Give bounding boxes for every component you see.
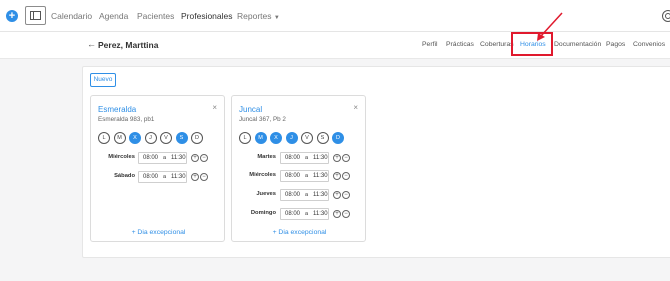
add-exceptional-day-link[interactable]: + Dia excepcional (232, 229, 367, 236)
remove-slot-icon[interactable]: − (342, 191, 350, 199)
time-to: 11:30 (171, 174, 186, 180)
time-slot: Sábado 08:00 a 11:30 + − (91, 171, 226, 183)
location-card-esmeralda: Esmeralda Esmeralda 983, pb1 × L M X J V… (90, 95, 225, 242)
day-toggle-j[interactable]: J (144, 132, 157, 144)
time-from: 08:00 (285, 211, 301, 217)
add-exceptional-day-link[interactable]: + Dia excepcional (91, 229, 226, 236)
time-to: 11:30 (313, 173, 328, 179)
tab-practicas[interactable]: Prácticas (446, 41, 474, 48)
nav-item-reportes[interactable]: Reportes ▼ (237, 11, 280, 21)
time-slot: Martes 08:00 a 11:30 + − (232, 152, 367, 164)
day-toggle-j[interactable]: J (285, 132, 298, 144)
time-separator: a (305, 192, 309, 198)
remove-slot-icon[interactable]: − (342, 172, 350, 180)
user-settings-icon[interactable] (662, 10, 670, 22)
slot-day-label: Sábado (114, 173, 135, 179)
location-title[interactable]: Juncal (239, 105, 262, 114)
day-toggle-m[interactable]: M (254, 132, 267, 144)
time-range-input[interactable]: 08:00 a 11:30 (280, 189, 329, 201)
close-icon[interactable]: × (353, 103, 358, 112)
time-from: 08:00 (143, 174, 159, 180)
day-toggle-s[interactable]: S (316, 132, 329, 144)
time-range-input[interactable]: 08:00 a 11:30 (280, 152, 329, 164)
time-slot: Domingo 08:00 a 11:30 + − (232, 208, 367, 220)
slot-day-label: Jueves (256, 191, 276, 197)
location-card-juncal: Juncal Juncal 367, Pb 2 × L M X J V S D … (231, 95, 366, 242)
location-address: Juncal 367, Pb 2 (239, 116, 286, 123)
time-to: 11:30 (313, 192, 328, 198)
slot-day-label: Miércoles (108, 154, 135, 160)
day-toggle-s[interactable]: S (175, 132, 188, 144)
weekday-selector: L M X J V S D (98, 132, 203, 145)
add-slot-icon[interactable]: + (333, 172, 341, 180)
close-icon[interactable]: × (212, 103, 217, 112)
time-separator: a (305, 173, 309, 179)
tab-convenios[interactable]: Convenios (633, 41, 665, 48)
time-separator: a (305, 155, 309, 161)
time-range-input[interactable]: 08:00 a 11:30 (280, 208, 329, 220)
add-slot-icon[interactable]: + (191, 173, 199, 181)
slot-day-label: Domingo (250, 210, 276, 216)
time-range-input[interactable]: 08:00 a 11:30 (280, 170, 329, 182)
time-slot: Miércoles 08:00 a 11:30 + − (232, 170, 367, 182)
tab-documentacion[interactable]: Documentación (554, 41, 601, 48)
back-arrow-icon[interactable]: ← (87, 39, 96, 49)
add-slot-icon[interactable]: + (191, 154, 199, 162)
time-to: 11:30 (313, 211, 328, 217)
top-navigation: + Calendario Agenda Pacientes Profesiona… (0, 0, 670, 32)
time-from: 08:00 (285, 192, 301, 198)
time-slot: Jueves 08:00 a 11:30 + − (232, 189, 367, 201)
add-icon[interactable]: + (6, 10, 18, 22)
annotation-highlight-box (511, 32, 553, 56)
weekday-selector: L M X J V S D (239, 132, 344, 145)
remove-slot-icon[interactable]: − (200, 173, 208, 181)
patient-name: Perez, Marttina (98, 40, 159, 50)
add-slot-icon[interactable]: + (333, 154, 341, 162)
add-slot-icon[interactable]: + (333, 191, 341, 199)
remove-slot-icon[interactable]: − (342, 210, 350, 218)
time-from: 08:00 (285, 155, 301, 161)
sidebar-toggle-button[interactable] (25, 6, 46, 25)
time-slot: Miércoles 08:00 a 11:30 + − (91, 152, 226, 164)
day-toggle-v[interactable]: V (160, 132, 172, 144)
time-range-input[interactable]: 08:00 a 11:30 (138, 171, 187, 183)
day-toggle-l[interactable]: L (239, 132, 251, 144)
tab-perfil[interactable]: Perfil (422, 41, 438, 48)
day-toggle-x[interactable]: X (270, 132, 282, 144)
nav-item-reportes-label: Reportes (237, 11, 272, 21)
nav-item-profesionales[interactable]: Profesionales (181, 11, 233, 21)
time-from: 08:00 (143, 155, 159, 161)
day-toggle-l[interactable]: L (98, 132, 110, 144)
time-separator: a (163, 174, 167, 180)
nav-item-calendario[interactable]: Calendario (51, 11, 92, 21)
location-address: Esmeralda 983, pb1 (98, 116, 155, 123)
time-separator: a (163, 155, 167, 161)
time-to: 11:30 (313, 155, 328, 161)
tab-coberturas[interactable]: Coberturas (480, 41, 514, 48)
patient-header: ← Perez, Marttina Perfil Prácticas Cober… (0, 32, 670, 59)
slot-day-label: Miércoles (249, 172, 276, 178)
day-toggle-v[interactable]: V (301, 132, 313, 144)
tab-pagos[interactable]: Pagos (606, 41, 625, 48)
location-title[interactable]: Esmeralda (98, 105, 136, 114)
new-schedule-button[interactable]: Nuevo (90, 73, 116, 87)
time-from: 08:00 (285, 173, 301, 179)
slot-day-label: Martes (257, 154, 276, 160)
day-toggle-x[interactable]: X (129, 132, 141, 144)
time-to: 11:30 (171, 155, 186, 161)
nav-item-agenda[interactable]: Agenda (99, 11, 128, 21)
time-range-input[interactable]: 08:00 a 11:30 (138, 152, 187, 164)
day-toggle-d[interactable]: D (332, 132, 344, 144)
nav-item-pacientes[interactable]: Pacientes (137, 11, 174, 21)
day-toggle-d[interactable]: D (191, 132, 203, 144)
remove-slot-icon[interactable]: − (200, 154, 208, 162)
day-toggle-m[interactable]: M (113, 132, 126, 144)
chevron-down-icon: ▼ (273, 15, 280, 21)
remove-slot-icon[interactable]: − (342, 154, 350, 162)
time-separator: a (305, 211, 309, 217)
add-slot-icon[interactable]: + (333, 210, 341, 218)
sidebar-icon (30, 11, 41, 20)
